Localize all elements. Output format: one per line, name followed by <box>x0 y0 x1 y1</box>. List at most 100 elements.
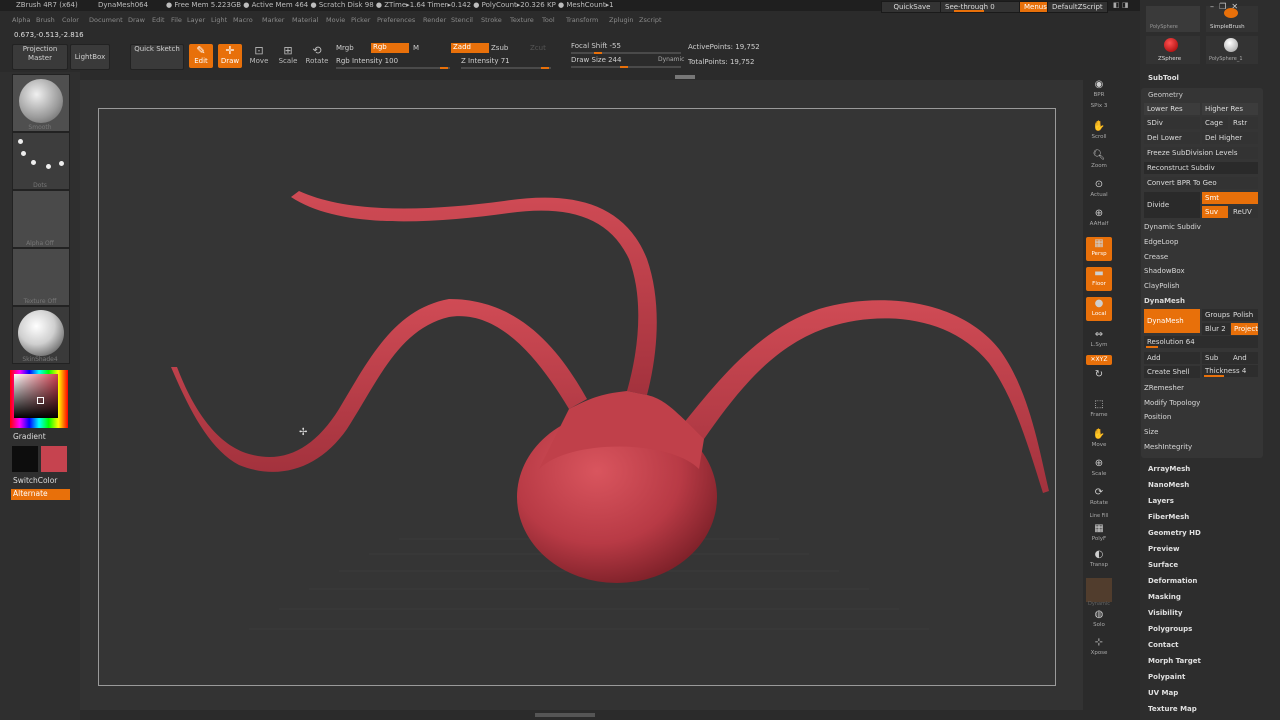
menu-preferences[interactable]: Preferences <box>377 16 415 24</box>
alternate-button[interactable]: Alternate <box>11 489 70 500</box>
floor-button[interactable]: ▬ Floor <box>1086 267 1112 291</box>
zadd-button[interactable]: Zadd <box>451 43 489 53</box>
claypolish-subpalette[interactable]: ClayPolish <box>1144 280 1260 292</box>
menu-material[interactable]: Material <box>292 16 318 24</box>
menu-draw[interactable]: Draw <box>128 16 145 24</box>
groups-toggle[interactable]: Groups <box>1202 309 1230 321</box>
layout-icons[interactable]: ◧ ◨ <box>1113 1 1137 11</box>
menu-texture[interactable]: Texture <box>510 16 534 24</box>
polish-toggle[interactable]: Polish <box>1230 309 1258 321</box>
polyf-button[interactable]: ▦ PolyF <box>1086 522 1112 546</box>
focal-shift-slider[interactable] <box>571 52 681 54</box>
reconstruct-subdiv-button[interactable]: Reconstruct Subdiv <box>1144 162 1258 174</box>
default-zscript-button[interactable]: DefaultZScript <box>1047 1 1108 13</box>
color-picker[interactable] <box>10 370 68 428</box>
blur-slider[interactable]: Blur 2 <box>1202 323 1230 335</box>
spix-slider[interactable]: SPix 3 <box>1086 103 1112 115</box>
color-square[interactable] <box>14 374 58 418</box>
suv-toggle[interactable]: Suv <box>1202 206 1228 218</box>
zoom-button[interactable]: 🔍︎ Zoom <box>1086 149 1112 173</box>
ghost-button[interactable] <box>1086 578 1112 602</box>
mrgb-button[interactable]: Mrgb <box>336 44 354 52</box>
secondary-color-swatch[interactable] <box>12 446 38 472</box>
menu-zplugin[interactable]: Zplugin <box>609 16 634 24</box>
cage-button[interactable]: Cage <box>1202 117 1228 129</box>
menu-edit[interactable]: Edit <box>152 16 165 24</box>
dynamic-subdiv-subpalette[interactable]: Dynamic Subdiv <box>1144 221 1260 233</box>
actual-button[interactable]: ⊙ Actual <box>1086 178 1112 202</box>
subtool-header[interactable]: SubTool <box>1148 74 1179 82</box>
xpose-button[interactable]: ⊹ Xpose <box>1086 636 1112 660</box>
menu-zscript[interactable]: Zscript <box>639 16 662 24</box>
polypaint-subpalette[interactable]: Polypaint <box>1148 673 1185 681</box>
window-controls[interactable]: – ❐ ✕ <box>1210 2 1276 12</box>
menu-marker[interactable]: Marker <box>262 16 284 24</box>
quick-sketch-button[interactable]: Quick Sketch <box>130 44 184 70</box>
arraymesh-subpalette[interactable]: ArrayMesh <box>1148 465 1190 473</box>
menu-layer[interactable]: Layer <box>187 16 205 24</box>
main-color-swatch[interactable] <box>41 446 67 472</box>
rotate-view-button[interactable]: ⟳ Rotate <box>1086 486 1112 510</box>
del-lower-button[interactable]: Del Lower <box>1144 132 1200 144</box>
uv-map-subpalette[interactable]: UV Map <box>1148 689 1178 697</box>
menu-document[interactable]: Document <box>89 16 123 24</box>
rgb-button[interactable]: Rgb <box>371 43 409 53</box>
del-higher-button[interactable]: Del Higher <box>1202 132 1258 144</box>
quicksave-button[interactable]: QuickSave <box>881 1 943 13</box>
aahalf-button[interactable]: ⊕ AAHalf <box>1086 207 1112 231</box>
morph-target-subpalette[interactable]: Morph Target <box>1148 657 1201 665</box>
transp-button[interactable]: ◐ Transp <box>1086 548 1112 572</box>
move-mode-button[interactable]: ⊡ Move <box>247 44 271 68</box>
size-subpalette[interactable]: Size <box>1144 426 1260 438</box>
masking-subpalette[interactable]: Masking <box>1148 593 1181 601</box>
create-shell-button[interactable]: Create Shell <box>1144 366 1200 378</box>
smt-toggle[interactable]: Smt <box>1202 192 1258 204</box>
and-button[interactable]: And <box>1230 352 1258 364</box>
frame-button[interactable]: ⬚ Frame <box>1086 398 1112 422</box>
tool-thumb-zsphere[interactable]: ZSphere <box>1146 36 1200 64</box>
menu-macro[interactable]: Macro <box>233 16 253 24</box>
scroll-button[interactable]: ✋ Scroll <box>1086 120 1112 144</box>
sub-button[interactable]: Sub <box>1202 352 1230 364</box>
project-toggle[interactable]: Project <box>1231 323 1258 335</box>
edit-mode-button[interactable]: ✎ Edit <box>189 44 213 68</box>
zsub-button[interactable]: Zsub <box>491 44 508 52</box>
position-subpalette[interactable]: Position <box>1144 411 1260 423</box>
bottom-shelf-grip[interactable] <box>535 713 595 717</box>
shelf-grip[interactable] <box>675 75 695 79</box>
geometry-hd-subpalette[interactable]: Geometry HD <box>1148 529 1201 537</box>
divide-button[interactable]: Divide <box>1144 192 1200 218</box>
z-intensity-slider[interactable] <box>461 67 551 69</box>
scale-mode-button[interactable]: ⊞ Scale <box>276 44 300 68</box>
bpr-button[interactable]: ◉ BPR <box>1086 78 1112 102</box>
crease-subpalette[interactable]: Crease <box>1144 251 1260 263</box>
document-canvas[interactable]: ✢ <box>98 108 1056 686</box>
zcut-button[interactable]: Zcut <box>530 44 546 52</box>
reuv-toggle[interactable]: ReUV <box>1230 206 1258 218</box>
menu-movie[interactable]: Movie <box>326 16 345 24</box>
meshintegrity-subpalette[interactable]: MeshIntegrity <box>1144 441 1260 453</box>
menu-tool[interactable]: Tool <box>542 16 555 24</box>
menu-alpha[interactable]: Alpha <box>12 16 30 24</box>
close-icon[interactable]: ✕ <box>1231 2 1238 11</box>
contact-subpalette[interactable]: Contact <box>1148 641 1179 649</box>
menu-transform[interactable]: Transform <box>566 16 598 24</box>
lower-res-button[interactable]: Lower Res <box>1144 103 1200 115</box>
rgb-intensity-slider[interactable] <box>336 67 450 69</box>
deformation-subpalette[interactable]: Deformation <box>1148 577 1197 585</box>
lsym-button[interactable]: ⇔ L.Sym <box>1086 328 1112 352</box>
local-button[interactable]: ● Local <box>1086 297 1112 321</box>
menu-brush[interactable]: Brush <box>36 16 55 24</box>
m-button[interactable]: M <box>413 44 419 52</box>
dynamesh-subpalette[interactable]: DynaMesh <box>1144 295 1260 307</box>
tool-thumb-polysphere[interactable]: PolySphere <box>1146 6 1200 32</box>
lightbox-button[interactable]: LightBox <box>70 44 110 70</box>
tool-thumb-polysphere1[interactable]: PolySphere_1 <box>1206 36 1258 64</box>
gradient-label[interactable]: Gradient <box>13 432 46 441</box>
switch-color-button[interactable]: SwitchColor <box>13 476 57 485</box>
solo-button[interactable]: ◍ Solo <box>1086 608 1112 632</box>
menu-light[interactable]: Light <box>211 16 227 24</box>
color-cursor[interactable] <box>37 397 44 404</box>
axis-rotate-icons[interactable]: ↻ <box>1086 368 1112 392</box>
persp-button[interactable]: ▦ Persp <box>1086 237 1112 261</box>
